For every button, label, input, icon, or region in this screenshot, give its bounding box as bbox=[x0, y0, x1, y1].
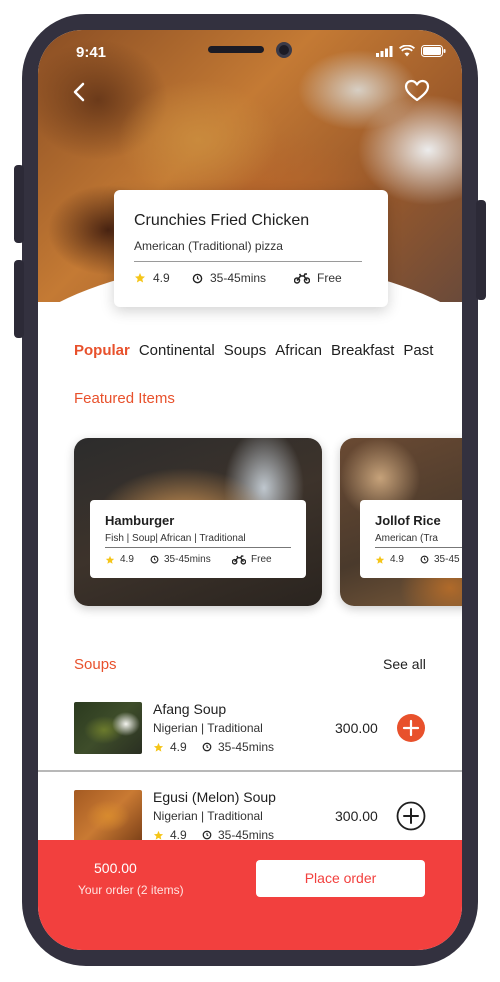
card-divider bbox=[105, 547, 291, 548]
see-all-link[interactable]: See all bbox=[383, 656, 426, 672]
featured-card-jollof-rice[interactable]: Jollof Rice American (Tra 4.9 35-45 bbox=[340, 438, 462, 606]
soup-tags: Nigerian | Traditional bbox=[153, 721, 263, 735]
featured-section-title: Featured Items bbox=[74, 390, 175, 407]
featured-item-tags: Fish | Soup| African | Traditional bbox=[105, 533, 246, 544]
star-icon bbox=[135, 273, 145, 283]
category-tabs: Popular Continental Soups African Breakfast P… bbox=[74, 342, 442, 359]
featured-item-name: Jollof Rice bbox=[375, 513, 441, 528]
phone-side-button bbox=[476, 200, 486, 300]
delivery-time: 35-45mins bbox=[192, 271, 294, 285]
featured-card-hamburger[interactable]: Hamburger Fish | Soup| African | Traditi… bbox=[74, 438, 322, 606]
restaurant-subtitle: American (Traditional) pizza bbox=[134, 239, 283, 253]
rating-value: 4.9 bbox=[390, 554, 404, 565]
delivery-time-value: 35-45mins bbox=[210, 271, 267, 285]
phone-side-button bbox=[14, 260, 24, 338]
tab-popular[interactable]: Popular bbox=[74, 342, 130, 359]
list-divider bbox=[38, 770, 462, 772]
delivery-time-value: 35-45mins bbox=[218, 740, 275, 754]
featured-card-info: Hamburger Fish | Soup| African | Traditi… bbox=[90, 500, 306, 578]
featured-item-meta: 4.9 35-45 bbox=[375, 554, 462, 565]
list-item-afang-soup[interactable]: Afang Soup Nigerian | Traditional 4.9 35… bbox=[38, 690, 462, 770]
rating: 4.9 bbox=[134, 271, 192, 285]
tab-continental[interactable]: Continental bbox=[139, 342, 215, 359]
delivery-fee: Free bbox=[294, 271, 342, 285]
soup-thumbnail bbox=[74, 790, 142, 842]
battery-icon bbox=[421, 45, 446, 57]
add-to-order-button[interactable] bbox=[396, 713, 426, 743]
status-icons bbox=[376, 45, 446, 57]
card-divider bbox=[134, 261, 362, 262]
plus-icon bbox=[397, 714, 425, 742]
heart-icon bbox=[404, 79, 430, 102]
motorbike-icon bbox=[294, 272, 310, 284]
soup-name: Afang Soup bbox=[153, 701, 227, 717]
restaurant-meta: 4.9 35-45mins Free bbox=[134, 271, 368, 285]
tab-african[interactable]: African bbox=[275, 342, 322, 359]
clock-icon bbox=[202, 742, 212, 752]
rating-value: 4.9 bbox=[120, 554, 134, 565]
star-icon bbox=[375, 555, 385, 564]
delivery-time-value: 35-45mins bbox=[164, 554, 211, 565]
clock-icon bbox=[202, 830, 212, 840]
order-summary-bar: 500.00 Your order (2 items) Place order bbox=[38, 840, 462, 950]
delivery-fee-value: Free bbox=[317, 271, 342, 285]
app-screen: 9:41 Crunchies Fried Chicken American (T bbox=[38, 30, 462, 950]
soup-name: Egusi (Melon) Soup bbox=[153, 789, 276, 805]
featured-item-name: Hamburger bbox=[105, 513, 175, 528]
restaurant-info-card: Crunchies Fried Chicken American (Tradit… bbox=[114, 190, 388, 307]
soups-section-title: Soups bbox=[74, 656, 117, 673]
phone-side-button bbox=[14, 165, 24, 243]
place-order-button[interactable]: Place order bbox=[256, 860, 425, 897]
featured-item-meta: 4.9 35-45mins Free bbox=[105, 554, 291, 565]
order-total: 500.00 bbox=[94, 860, 137, 876]
plus-icon bbox=[396, 801, 426, 831]
status-time: 9:41 bbox=[76, 44, 107, 61]
tab-pasta[interactable]: Past bbox=[403, 342, 433, 359]
delivery-fee-value: Free bbox=[251, 554, 272, 565]
soup-meta: 4.9 35-45mins bbox=[153, 740, 274, 754]
front-camera bbox=[276, 42, 292, 58]
rating-value: 4.9 bbox=[153, 271, 170, 285]
soup-price: 300.00 bbox=[335, 720, 378, 736]
order-count: Your order (2 items) bbox=[78, 883, 184, 897]
star-icon bbox=[153, 742, 164, 752]
speaker-grille bbox=[208, 46, 264, 53]
tab-breakfast[interactable]: Breakfast bbox=[331, 342, 394, 359]
featured-card-info: Jollof Rice American (Tra 4.9 35-45 bbox=[360, 500, 462, 578]
soup-price: 300.00 bbox=[335, 808, 378, 824]
back-chevron-icon bbox=[73, 82, 85, 102]
back-button[interactable] bbox=[68, 80, 92, 104]
motorbike-icon bbox=[232, 554, 246, 565]
tab-soups[interactable]: Soups bbox=[224, 342, 267, 359]
clock-icon bbox=[150, 555, 159, 564]
rating-value: 4.9 bbox=[170, 740, 187, 754]
clock-icon bbox=[420, 555, 429, 564]
signal-icon bbox=[376, 45, 393, 57]
soup-tags: Nigerian | Traditional bbox=[153, 809, 263, 823]
delivery-time-value: 35-45 bbox=[434, 554, 460, 565]
featured-item-tags: American (Tra bbox=[375, 533, 438, 544]
wifi-icon bbox=[399, 45, 415, 57]
restaurant-name: Crunchies Fried Chicken bbox=[134, 212, 310, 229]
favorite-button[interactable] bbox=[404, 78, 430, 104]
soup-thumbnail bbox=[74, 702, 142, 754]
add-to-order-button[interactable] bbox=[396, 801, 426, 831]
card-divider bbox=[375, 547, 462, 548]
clock-icon bbox=[192, 273, 203, 283]
star-icon bbox=[105, 555, 115, 564]
star-icon bbox=[153, 830, 164, 840]
